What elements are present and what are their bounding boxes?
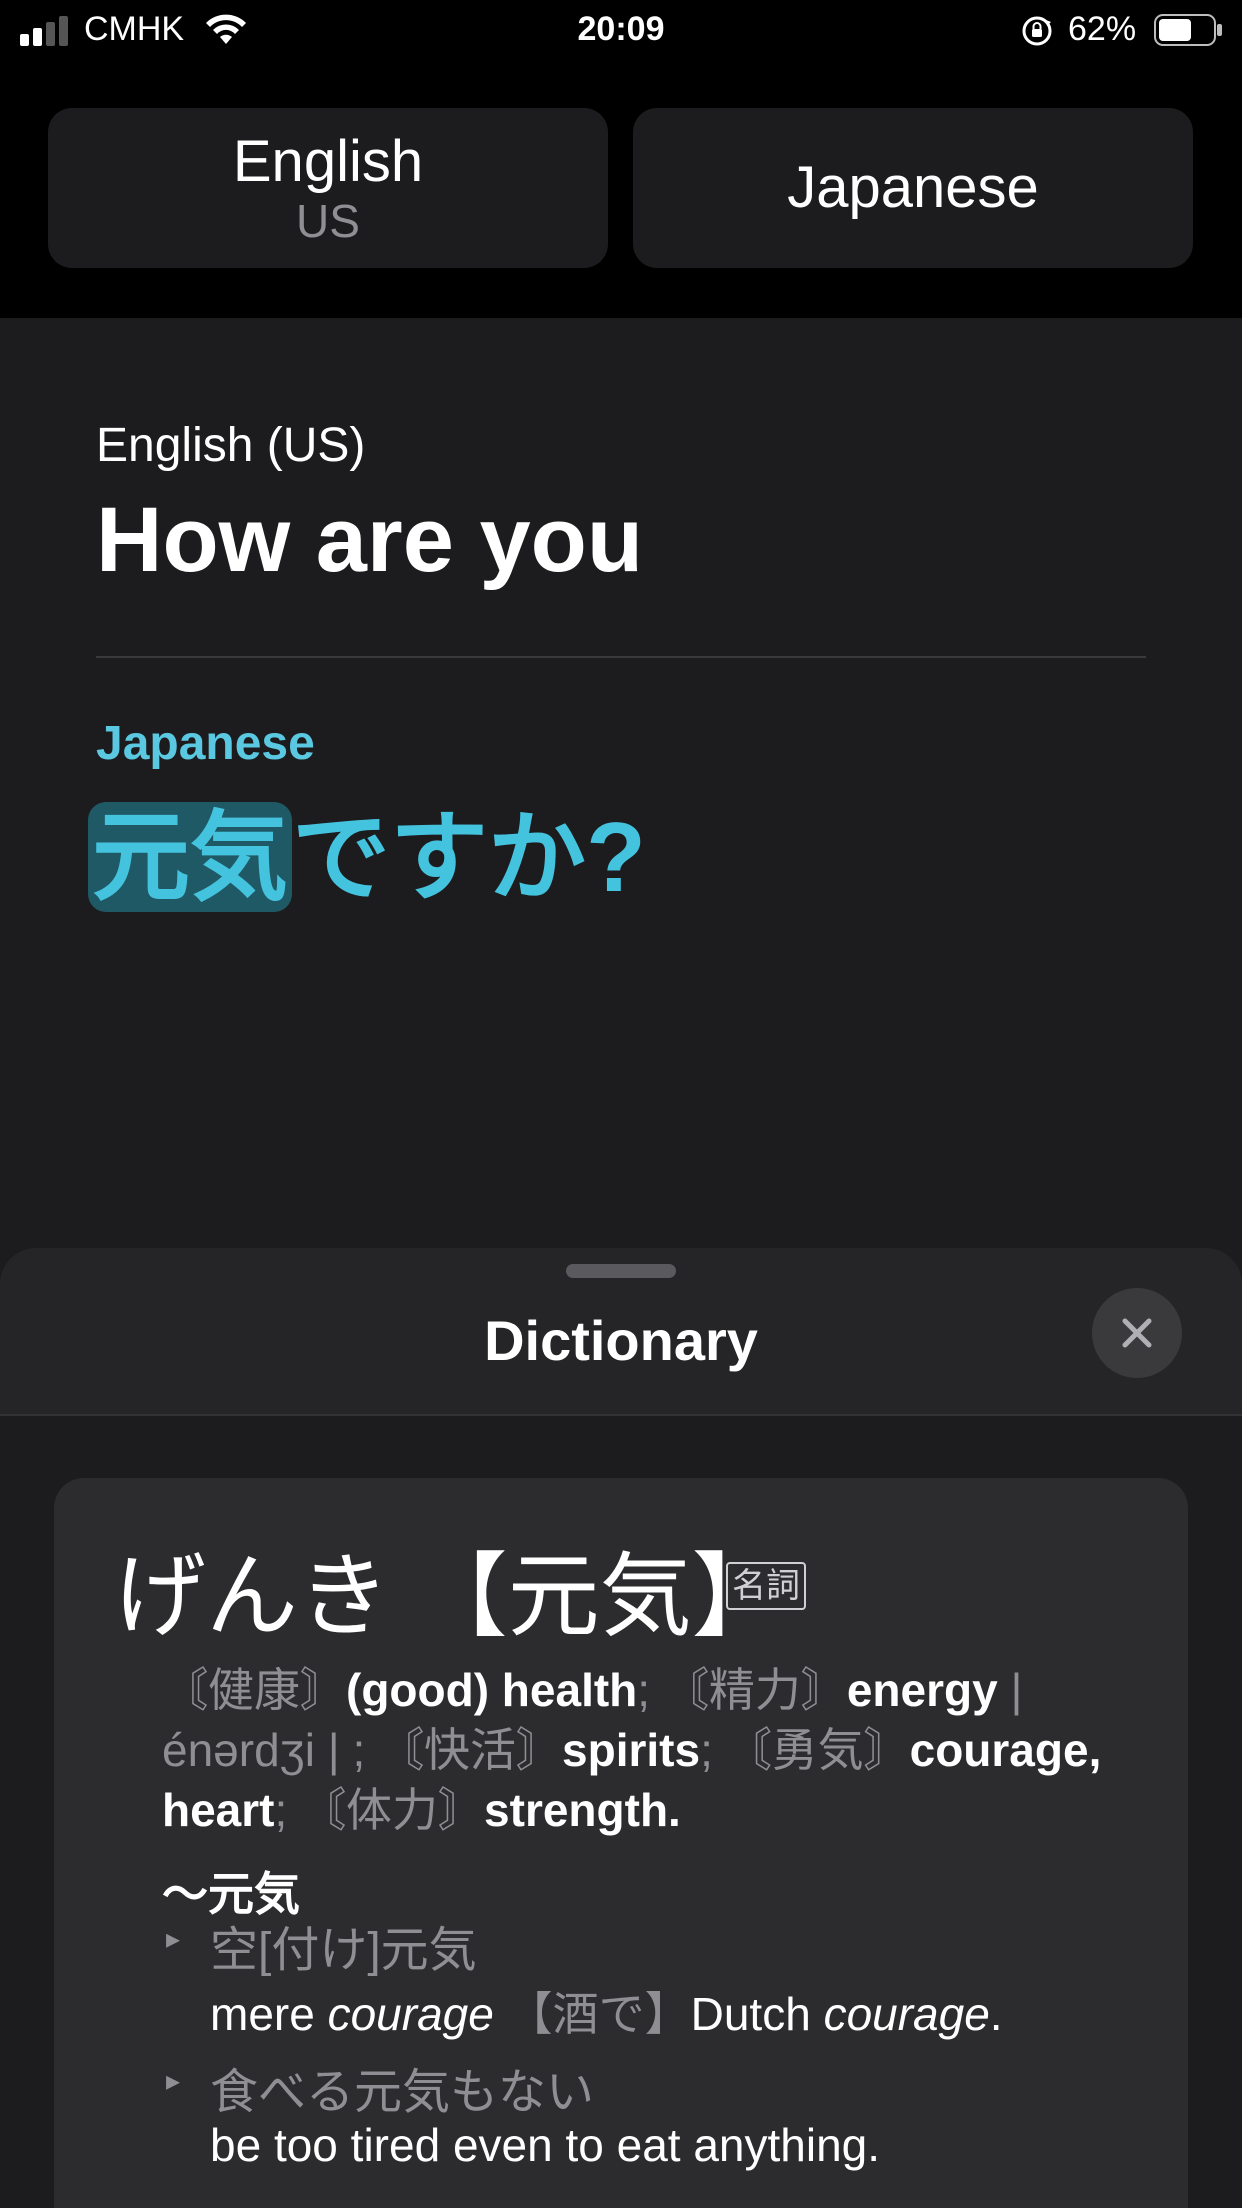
example-text: . — [989, 1988, 1003, 2040]
headword-reading: げんき — [114, 1546, 391, 1648]
divider — [96, 656, 1146, 658]
sense-translation: (good) health — [346, 1664, 638, 1716]
example-japanese: 食べる元気もない — [210, 2066, 595, 2119]
sense-translation: energy — [846, 1664, 998, 1716]
separator: ; — [274, 1784, 301, 1836]
separator: ; — [637, 1664, 663, 1716]
translate-screen: CMHK 20:09 62% English US Japanese Engli… — [0, 0, 1242, 2208]
source-language-name: English — [232, 129, 424, 194]
definition: 〘健康〙(good) health; 〘精力〙energy | énərdʒi … — [162, 1660, 1122, 1840]
sense-translation: strength. — [484, 1784, 681, 1836]
example-text — [494, 1988, 507, 2040]
sense-marker: 〘精力〙 — [662, 1664, 847, 1716]
close-icon — [1122, 1318, 1152, 1348]
dictionary-sheet: Dictionary げんき 【元気】 名詞 〘健康〙(good) health… — [0, 1248, 1242, 2208]
battery-percent: 62% — [1068, 10, 1137, 48]
sense-marker: 〘健康〙 — [162, 1664, 346, 1716]
target-language-button[interactable]: Japanese — [633, 108, 1193, 268]
separator: ; — [352, 1724, 379, 1776]
example-english: mere courage 【酒で】Dutch courage. — [210, 1978, 1003, 2044]
sense-marker: 〘勇気〙 — [725, 1724, 910, 1776]
example-keyword: courage — [327, 1988, 494, 2040]
example-marker: 【酒で】 — [506, 1988, 691, 2040]
sheet-title: Dictionary — [484, 1309, 758, 1372]
source-text[interactable]: How are you — [96, 488, 643, 593]
translated-text: 元気ですか? — [88, 778, 646, 920]
sense-marker: 〘快活〙 — [378, 1724, 563, 1776]
sheet-grabber[interactable] — [566, 1264, 676, 1278]
example-text: Dutch — [690, 1988, 824, 2040]
source-language-region: US — [296, 195, 360, 247]
rotation-lock-icon — [1022, 16, 1052, 46]
headword: げんき 【元気】 — [114, 1522, 784, 1655]
status-bar: CMHK 20:09 62% — [0, 0, 1242, 62]
close-button[interactable] — [1092, 1288, 1182, 1378]
example-english: be too tired even to eat anything. — [210, 2119, 881, 2171]
source-language-label: English (US) — [96, 419, 366, 472]
dictionary-entry-card: げんき 【元気】 名詞 〘健康〙(good) health; 〘精力〙energ… — [54, 1478, 1188, 2208]
separator: ; — [700, 1724, 726, 1776]
translated-text-rest[interactable]: ですか? — [292, 802, 646, 912]
example-japanese: 空[付け]元気 — [210, 1924, 477, 1977]
example-text: mere — [210, 1988, 328, 2040]
selected-word[interactable]: 元気 — [88, 802, 293, 912]
target-language-name: Japanese — [787, 155, 1039, 220]
translation-panel: English (US) How are you Japanese 元気ですか? — [0, 318, 1242, 1248]
disclosure-triangle-icon[interactable]: ▸ — [166, 1922, 180, 1955]
disclosure-triangle-icon[interactable]: ▸ — [166, 2064, 180, 2097]
example-keyword: courage — [823, 1988, 990, 2040]
sheet-header: Dictionary — [0, 1248, 1242, 1416]
sense-marker: 〘体力〙 — [300, 1784, 485, 1836]
source-language-button[interactable]: English US — [48, 108, 608, 268]
language-selector-bar: English US Japanese — [0, 62, 1242, 318]
part-of-speech-badge: 名詞 — [726, 1562, 806, 1610]
sense-translation: spirits — [562, 1724, 701, 1776]
target-language-label: Japanese — [96, 717, 315, 770]
clock: 20:09 — [577, 10, 665, 48]
battery-icon — [1154, 14, 1222, 46]
